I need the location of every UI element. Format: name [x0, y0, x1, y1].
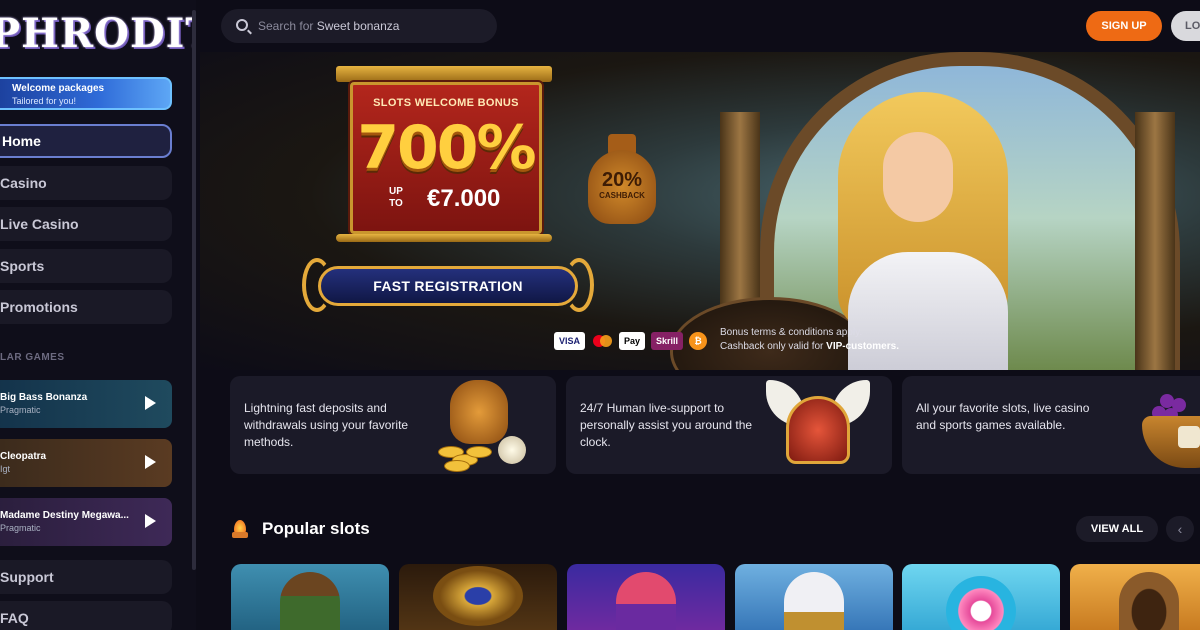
- carousel-prev-button[interactable]: ‹: [1166, 516, 1194, 542]
- sidebar-item-promotions[interactable]: Promotions: [0, 290, 172, 324]
- sidebar: PHRODITE Welcome packages Tailored for y…: [0, 0, 196, 630]
- feature-text: 24/7 Human live-support to personally as…: [580, 401, 753, 449]
- eye-of-horus-thumbnail: [433, 566, 523, 626]
- hero-banner[interactable]: SLOTS WELCOME BONUS 700% UP TO €7.000 20%…: [200, 52, 1200, 370]
- slot-tile[interactable]: [231, 564, 389, 630]
- bonus-percent: 700%: [357, 113, 536, 183]
- slot-tile[interactable]: [399, 564, 557, 630]
- fisherman-thumbnail: [280, 572, 340, 630]
- fortune-teller-thumbnail: [616, 572, 676, 630]
- feature-card-games: All your favorite slots, live casino and…: [902, 376, 1200, 474]
- search-placeholder: Search for Sweet bonanza: [258, 19, 400, 33]
- search-icon: [236, 19, 248, 31]
- bonus-board-bottom-rail: [336, 234, 552, 242]
- sidebar-item-sports[interactable]: Sports: [0, 249, 172, 283]
- slot-tile[interactable]: [902, 564, 1060, 630]
- view-all-button[interactable]: VIEW ALL: [1076, 516, 1158, 542]
- cashback-label: CASHBACK: [599, 191, 645, 200]
- bonus-board: SLOTS WELCOME BONUS 700% UP TO €7.000: [350, 82, 542, 234]
- top-header: Search for Sweet bonanza SIGN UP LO: [196, 0, 1200, 52]
- slot-tile[interactable]: [735, 564, 893, 630]
- column-illustration: [1135, 112, 1175, 370]
- bonus-amount: €7.000: [427, 185, 501, 212]
- fire-icon: [232, 520, 248, 538]
- play-icon[interactable]: [145, 514, 156, 528]
- bonus-label: SLOTS WELCOME BONUS: [373, 97, 519, 109]
- sidebar-item-live-casino[interactable]: Live Casino: [0, 207, 172, 241]
- welcome-title: Welcome packages: [12, 83, 105, 94]
- popular-slots-heading: Popular slots: [262, 519, 370, 538]
- sidebar-item-casino[interactable]: Casino: [0, 166, 172, 200]
- welcome-subtitle: Tailored for you!: [12, 96, 77, 106]
- slot-tile[interactable]: [1070, 564, 1200, 630]
- apple-pay-icon: Pay: [619, 332, 646, 350]
- sidebar-game-card[interactable]: Madame Destiny Megawa... Pragmatic: [0, 498, 172, 546]
- bonus-terms: Bonus terms & conditions apply. Cashback…: [720, 327, 899, 352]
- search-input[interactable]: Search for Sweet bonanza: [221, 9, 497, 43]
- dog-house-thumbnail: [1119, 572, 1179, 630]
- sidebar-game-card[interactable]: Cleopatra Igt: [0, 439, 172, 487]
- payment-methods: VISA Pay Skrill ₿: [554, 332, 708, 350]
- welcome-packages-banner[interactable]: Welcome packages Tailored for you!: [0, 77, 172, 110]
- play-icon[interactable]: [145, 455, 156, 469]
- play-icon[interactable]: [145, 396, 156, 410]
- sidebar-scrollbar[interactable]: [192, 10, 196, 570]
- skrill-icon: Skrill: [651, 332, 684, 350]
- fast-registration-button[interactable]: FAST REGISTRATION: [318, 266, 578, 306]
- feature-card-deposits: Lightning fast deposits and withdrawals …: [230, 376, 556, 474]
- zeus-thumbnail: [784, 572, 844, 630]
- feature-text: Lightning fast deposits and withdrawals …: [244, 401, 409, 449]
- mastercard-icon: [591, 332, 613, 350]
- winged-helmet-icon: [766, 376, 870, 474]
- feature-card-support: 24/7 Human live-support to personally as…: [566, 376, 892, 474]
- slot-tile[interactable]: [567, 564, 725, 630]
- sidebar-game-card[interactable]: Big Bass Bonanza Pragmatic: [0, 380, 172, 428]
- sidebar-item-home[interactable]: Home: [0, 124, 172, 158]
- sidebar-item-faq[interactable]: FAQ: [0, 601, 172, 630]
- coin-pot-icon: [436, 376, 532, 474]
- bitcoin-icon: ₿: [689, 332, 708, 350]
- popular-games-heading: LAR GAMES: [0, 352, 65, 363]
- candy-thumbnail: [946, 576, 1016, 630]
- cashback-percent: 20%: [601, 169, 643, 191]
- sign-up-button[interactable]: SIGN UP: [1086, 11, 1162, 41]
- login-button[interactable]: LO: [1171, 11, 1200, 41]
- feature-text: All your favorite slots, live casino and…: [916, 401, 1090, 432]
- bonus-board-top-rail: [336, 66, 552, 82]
- brand-logo[interactable]: PHRODITE: [0, 10, 196, 57]
- cashback-vase: 20% CASHBACK: [588, 130, 656, 230]
- sidebar-item-support[interactable]: Support: [0, 560, 172, 594]
- fruit-bowl-icon: [1142, 376, 1200, 474]
- bonus-up-to: UP TO: [389, 186, 403, 209]
- visa-icon: VISA: [554, 332, 586, 350]
